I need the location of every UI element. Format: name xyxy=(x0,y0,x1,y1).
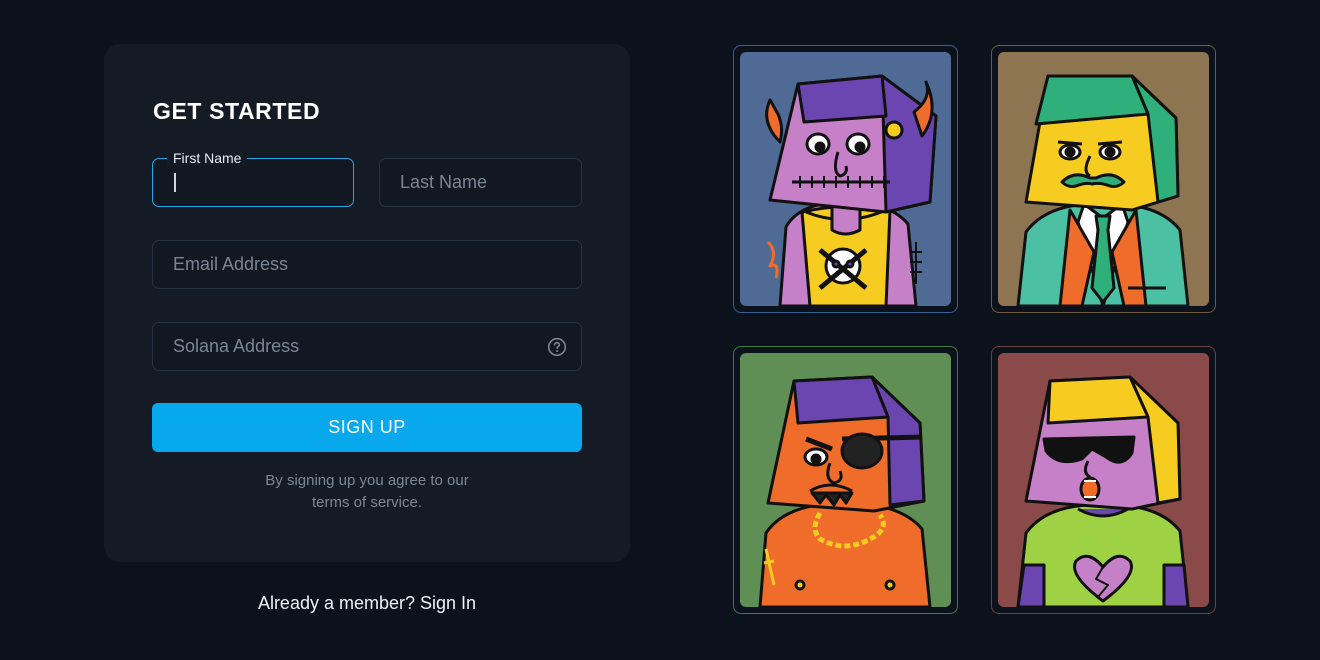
terms-text: By signing up you agree to our terms of … xyxy=(152,470,582,514)
pirate-character-image xyxy=(740,353,951,607)
text-cursor xyxy=(174,173,176,192)
sign-up-button[interactable]: SIGN UP xyxy=(152,403,582,452)
sunglasses-character-image xyxy=(998,353,1209,607)
page-title: GET STARTED xyxy=(153,98,321,124)
email-field[interactable]: Email Address xyxy=(152,240,582,289)
sunglasses-character-frame[interactable] xyxy=(991,346,1216,614)
question-circle-icon[interactable] xyxy=(547,337,567,357)
last-name-placeholder: Last Name xyxy=(400,172,488,192)
first-name-label: First Name xyxy=(167,150,248,166)
solana-address-field[interactable]: Solana Address xyxy=(152,322,582,371)
first-name-field[interactable]: First Name xyxy=(152,150,354,207)
devil-character-image xyxy=(740,52,951,306)
devil-character-frame[interactable] xyxy=(733,45,958,313)
solana-placeholder: Solana Address xyxy=(173,336,300,356)
sign-in-link[interactable]: Already a member? Sign In xyxy=(104,593,630,614)
businessman-character-image xyxy=(998,52,1209,306)
terms-line-1: By signing up you agree to our xyxy=(265,472,469,489)
terms-of-service-link[interactable]: terms of service. xyxy=(152,492,582,514)
email-placeholder: Email Address xyxy=(173,254,289,274)
pirate-character-frame[interactable] xyxy=(733,346,958,614)
last-name-field[interactable]: Last Name xyxy=(379,158,582,207)
businessman-character-frame[interactable] xyxy=(991,45,1216,313)
signup-card: GET STARTED First Name Last Name Email A… xyxy=(104,44,630,562)
